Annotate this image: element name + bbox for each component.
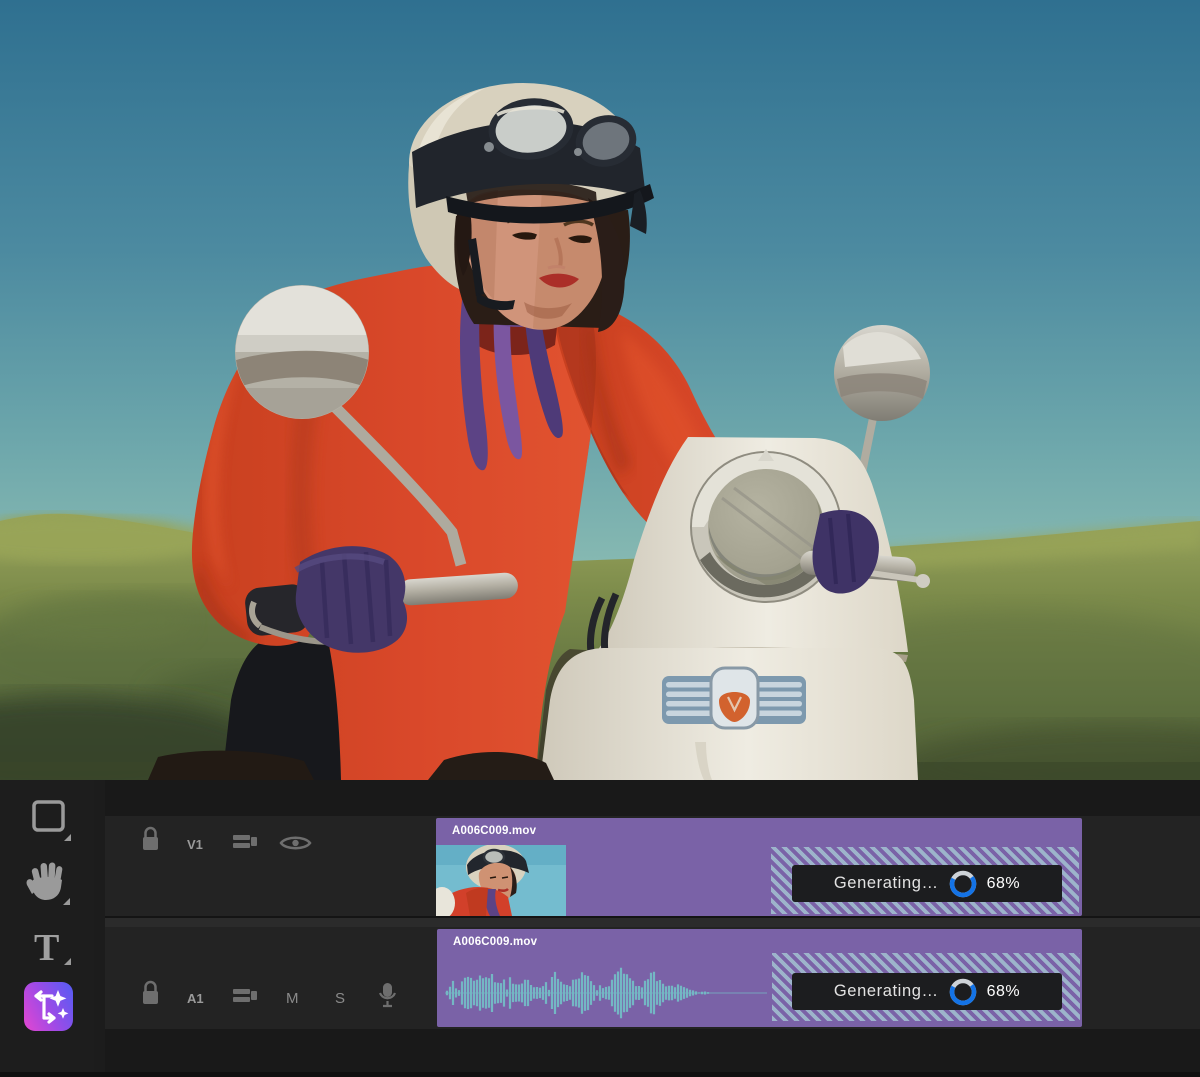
svg-text:V1: V1 bbox=[187, 837, 203, 852]
svg-text:T: T bbox=[34, 927, 59, 969]
svg-text:A1: A1 bbox=[187, 991, 204, 1006]
svg-text:M: M bbox=[286, 990, 299, 1007]
svg-text:S: S bbox=[335, 990, 345, 1007]
